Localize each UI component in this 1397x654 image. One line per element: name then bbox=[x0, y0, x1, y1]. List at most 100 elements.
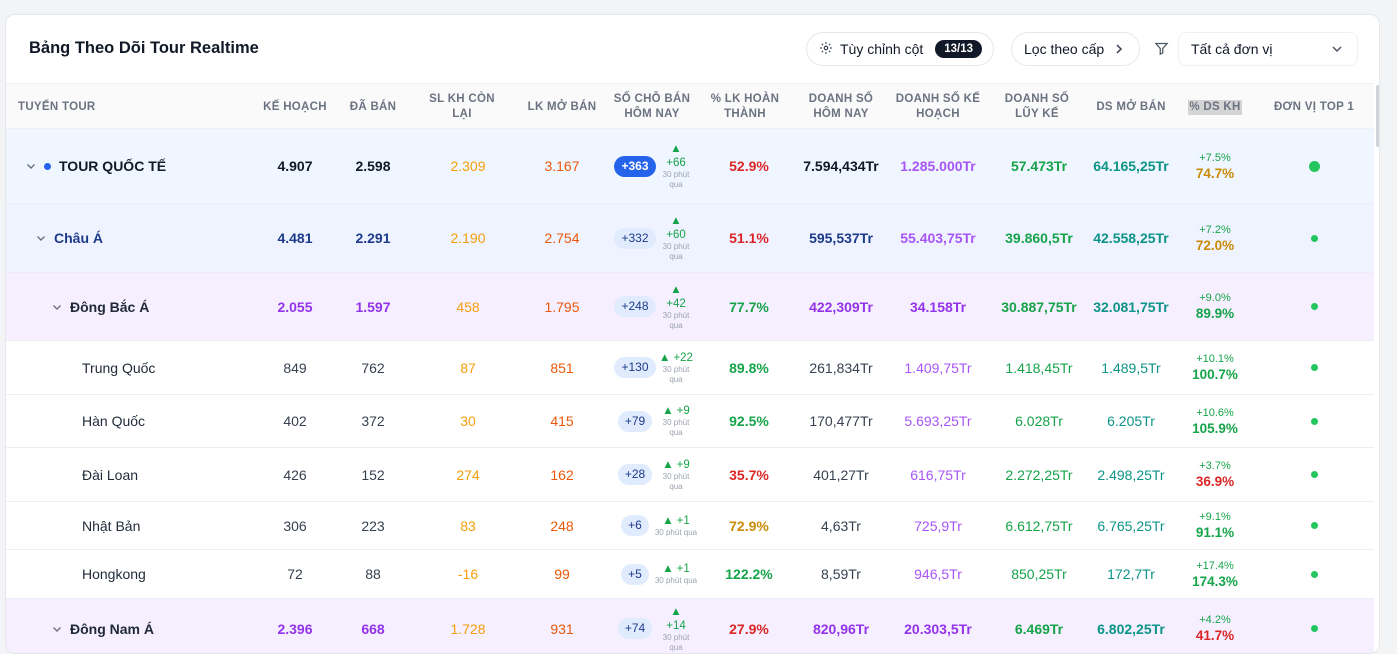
remaining-cell: 30 bbox=[422, 395, 514, 447]
table-row[interactable]: Nhật Bản 306 223 83 248 +6 ▲ +1 30 phút qua 72.9%… bbox=[6, 502, 1374, 550]
plan-cell: 402 bbox=[256, 395, 334, 447]
col-rev-plan[interactable]: DOANH SỐ KẾ HOẠCH bbox=[890, 84, 986, 130]
rev-plan-cell: 20.303,5Tr bbox=[890, 599, 986, 653]
arrow-wrap: ▲ bbox=[670, 605, 681, 619]
col-route[interactable]: TUYẾN TOUR bbox=[18, 84, 178, 130]
pct-done-cell: 92.5% bbox=[706, 395, 792, 447]
route-name-cell[interactable]: TOUR QUỐC TẾ bbox=[26, 129, 166, 203]
route-name-cell[interactable]: Hàn Quốc bbox=[82, 395, 145, 447]
opened-cell-value: 162 bbox=[550, 466, 574, 483]
rev-today-cell-value: 820,96Tr bbox=[812, 620, 870, 637]
col-rev-open[interactable]: DS MỞ BÁN bbox=[1086, 84, 1176, 130]
delta-number: +9 bbox=[676, 405, 690, 417]
rev-open-cell: 172,7Tr bbox=[1086, 550, 1176, 598]
route-name-cell[interactable]: Hongkong bbox=[82, 550, 146, 598]
opened-cell-value: 99 bbox=[554, 566, 570, 582]
delta-subtext: 30 phút qua bbox=[654, 527, 698, 537]
rev-today-cell: 820,96Tr bbox=[798, 599, 884, 653]
rev-today-cell-value: 170,477Tr bbox=[809, 413, 873, 429]
group-row[interactable]: Châu Á 4.481 2.291 2.190 2.754 +332 ▲ +60 30 phú… bbox=[6, 204, 1374, 273]
pct-rev-plan-cell: +10.6% 105.9% bbox=[1180, 395, 1250, 447]
group-row[interactable]: Đông Bắc Á 2.055 1.597 458 1.795 +248 ▲ +42 30 p… bbox=[6, 273, 1374, 341]
rev-plan-cell-value: 946,5Tr bbox=[914, 566, 962, 582]
opened-cell: 99 bbox=[516, 550, 608, 598]
page-title: Bảng Theo Dõi Tour Realtime bbox=[29, 39, 259, 57]
funnel-icon[interactable] bbox=[1154, 41, 1169, 61]
table-row[interactable]: Đài Loan 426 152 274 162 +28 ▲ +9 30 phút qua 35.… bbox=[6, 448, 1374, 502]
route-name-cell[interactable]: Đài Loan bbox=[82, 448, 138, 501]
delta-subtext: 30 phút qua bbox=[662, 364, 690, 384]
pct-value: 174.3% bbox=[1192, 573, 1238, 589]
route-name-cell[interactable]: Đông Bắc Á bbox=[52, 273, 149, 340]
col-pct-done[interactable]: % LK HOÀN THÀNH bbox=[702, 84, 788, 130]
filter-level-button[interactable]: Lọc theo cấp bbox=[1011, 32, 1140, 66]
col-seats-today[interactable]: SỐ CHỖ BÁN HÔM NAY bbox=[606, 84, 698, 130]
table-row[interactable]: Trung Quốc 849 762 87 851 +130 ▲ +22 30 phút qua… bbox=[6, 341, 1374, 395]
plan-cell-value: 849 bbox=[283, 359, 307, 376]
scrollbar[interactable] bbox=[1376, 85, 1379, 147]
card-header: Bảng Theo Dõi Tour Realtime Tùy chỉnh cộ… bbox=[6, 15, 1379, 83]
group-row[interactable]: Đông Nam Á 2.396 668 1.728 931 +74 ▲ +14 30 phút… bbox=[6, 599, 1374, 653]
rev-plan-cell: 55.403,75Tr bbox=[890, 204, 986, 272]
plan-cell-value: 2.396 bbox=[277, 620, 313, 637]
chevron-down-icon[interactable] bbox=[52, 624, 62, 634]
unit-select[interactable]: Tất cả đơn vị bbox=[1178, 32, 1358, 66]
route-name: Đông Nam Á bbox=[70, 620, 154, 637]
rev-today-cell-value: 7.594,434Tr bbox=[803, 158, 879, 174]
group-row[interactable]: TOUR QUỐC TẾ 4.907 2.598 2.309 3.167 +363 ▲ +66… bbox=[6, 129, 1374, 204]
pct-done-cell-value: 89.8% bbox=[729, 359, 769, 376]
sold-cell: 762 bbox=[338, 341, 408, 394]
col-rev-cum[interactable]: DOANH SỐ LŨY KẾ bbox=[994, 84, 1080, 130]
col-plan[interactable]: KẾ HOẠCH bbox=[256, 84, 334, 130]
rev-plan-cell-value: 34.158Tr bbox=[909, 298, 967, 315]
col-top-unit[interactable]: ĐƠN VỊ TOP 1 bbox=[1264, 84, 1364, 130]
col-remaining[interactable]: SL KH CÒN LẠI bbox=[416, 84, 508, 130]
arrow-wrap: ▲ bbox=[670, 214, 681, 228]
col-rev-today[interactable]: DOANH SỐ HÔM NAY bbox=[798, 84, 884, 130]
customize-columns-button[interactable]: Tùy chỉnh cột 13/13 bbox=[806, 32, 994, 66]
rev-plan-cell-value: 5.693,25Tr bbox=[904, 413, 972, 429]
route-name-cell[interactable]: Trung Quốc bbox=[82, 341, 155, 394]
status-dot bbox=[1310, 522, 1318, 529]
route-name-cell[interactable]: Đông Nam Á bbox=[52, 599, 154, 653]
col-pct-rev-plan[interactable]: % DS KH bbox=[1182, 84, 1248, 130]
pct-done-cell: 89.8% bbox=[706, 341, 792, 394]
table-row[interactable]: Hongkong 72 88 -16 99 +5 ▲ +1 30 phút qua 122.2% 8… bbox=[6, 550, 1374, 599]
status-dot bbox=[1310, 364, 1318, 371]
rev-cum-cell-value: 6.028Tr bbox=[1015, 413, 1063, 429]
remaining-cell-value: 87 bbox=[460, 359, 476, 376]
col-opened[interactable]: LK MỞ BÁN bbox=[516, 84, 608, 130]
remaining-cell: -16 bbox=[422, 550, 514, 598]
rev-open-cell-value: 172,7Tr bbox=[1107, 566, 1155, 582]
chevron-down-icon[interactable] bbox=[36, 233, 46, 243]
today-badge: +5 bbox=[621, 563, 649, 585]
pct-value: 36.9% bbox=[1195, 474, 1235, 489]
rev-cum-cell-value: 39.860,5Tr bbox=[1005, 230, 1073, 246]
pct-change: +3.7% bbox=[1199, 460, 1231, 472]
chevron-down-icon[interactable] bbox=[26, 161, 36, 171]
route-name: TOUR QUỐC TẾ bbox=[59, 158, 167, 174]
pct-value: 100.7% bbox=[1192, 367, 1238, 382]
col-sold[interactable]: ĐÃ BÁN bbox=[338, 84, 408, 130]
sold-cell: 668 bbox=[338, 599, 408, 653]
route-name: Đông Bắc Á bbox=[70, 298, 150, 315]
rev-today-cell: 401,27Tr bbox=[798, 448, 884, 501]
rev-cum-cell-value: 30.887,75Tr bbox=[1001, 298, 1077, 315]
table-row[interactable]: Hàn Quốc 402 372 30 415 +79 ▲ +9 30 phút qua 92.5… bbox=[6, 395, 1374, 448]
delta-value: +14 bbox=[666, 619, 686, 633]
pct-value: 41.7% bbox=[1195, 628, 1235, 643]
route-name-cell[interactable]: Châu Á bbox=[36, 204, 103, 272]
chevron-down-icon[interactable] bbox=[52, 302, 62, 312]
rev-open-cell-value: 64.165,25Tr bbox=[1093, 158, 1169, 174]
opened-cell-value: 1.795 bbox=[544, 298, 580, 315]
delta-number: +42 bbox=[666, 297, 686, 310]
pct-done-cell-value: 35.7% bbox=[729, 466, 769, 483]
delta-cell: ▲ +66 30 phút qua bbox=[648, 129, 704, 203]
opened-cell: 415 bbox=[516, 395, 608, 447]
remaining-cell-value: -16 bbox=[457, 566, 479, 582]
rev-plan-cell: 616,75Tr bbox=[890, 448, 986, 501]
top-unit-cell bbox=[1264, 129, 1364, 203]
remaining-cell-value: 2.190 bbox=[450, 230, 486, 246]
rev-plan-cell: 1.409,75Tr bbox=[890, 341, 986, 394]
route-name-cell[interactable]: Nhật Bản bbox=[82, 502, 140, 549]
